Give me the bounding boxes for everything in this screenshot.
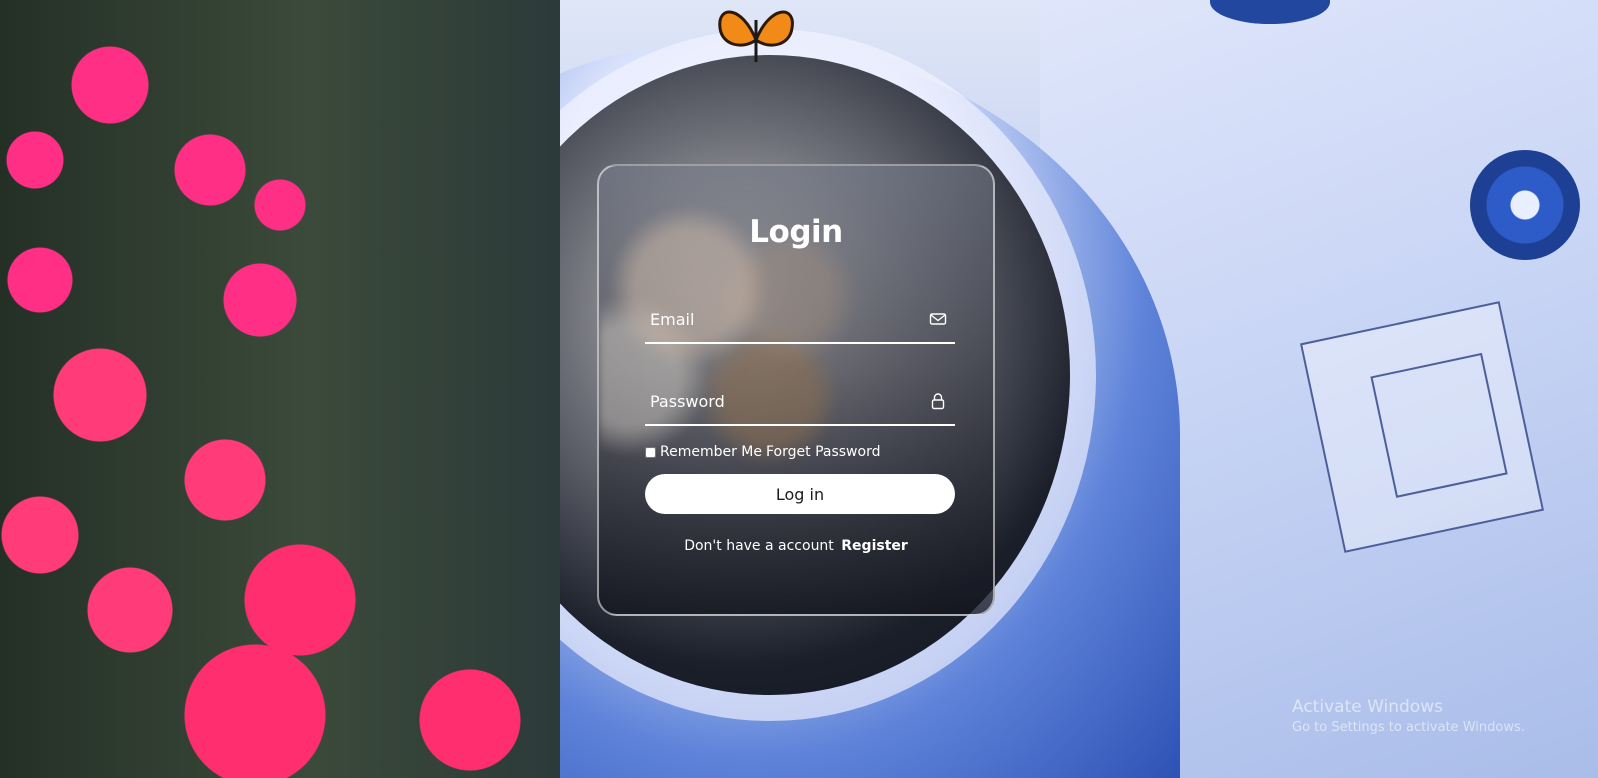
windows-activation-watermark: Activate Windows Go to Settings to activ… [1292, 697, 1525, 735]
watermark-title: Activate Windows [1292, 697, 1443, 717]
login-button[interactable]: Log in [645, 474, 955, 514]
register-row: Don't have a account Register [599, 538, 993, 554]
email-field-wrapper [645, 298, 955, 344]
background-patch [1299, 301, 1545, 553]
forget-password-link[interactable]: Forget Password [766, 444, 880, 460]
watermark-subtitle: Go to Settings to activate Windows. [1292, 720, 1525, 735]
remember-row: Remember Me Forget Password [645, 442, 880, 462]
background-flowers [0, 0, 560, 778]
register-prompt: Don't have a account [684, 538, 834, 554]
password-field[interactable] [645, 380, 922, 422]
background-knob [1470, 150, 1580, 260]
background-patch-inner [1370, 352, 1508, 498]
password-field-wrapper [645, 380, 955, 426]
register-link[interactable]: Register [841, 538, 908, 554]
remember-me-checkbox[interactable] [645, 446, 656, 458]
email-field[interactable] [645, 298, 922, 340]
page-title: Login [749, 214, 843, 250]
butterfly-icon [718, 10, 794, 62]
remember-me-label[interactable]: Remember Me [660, 444, 762, 460]
page: Login Remember Me Forget Password Log in… [0, 0, 1598, 778]
lock-icon [931, 393, 945, 410]
login-card: Login Remember Me Forget Password Log in… [597, 164, 995, 616]
envelope-icon [929, 313, 947, 325]
